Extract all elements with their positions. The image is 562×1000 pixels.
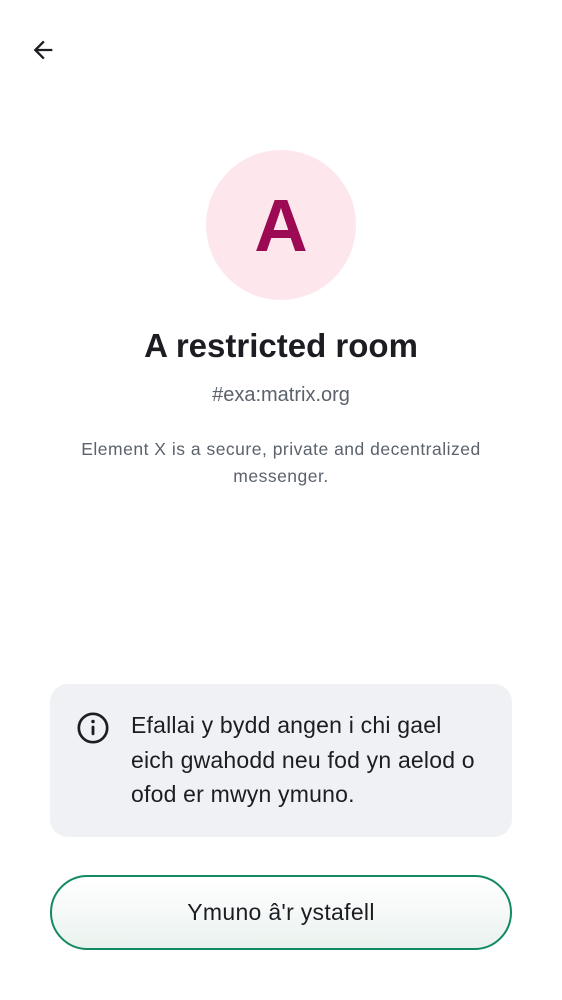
join-room-screen: A A restricted room #exa:matrix.org Elem… bbox=[0, 0, 562, 1000]
room-topic: Element X is a secure, private and decen… bbox=[81, 439, 481, 486]
room-name: A restricted room bbox=[144, 327, 418, 364]
info-icon bbox=[77, 712, 109, 744]
room-avatar: A bbox=[206, 150, 356, 300]
restricted-notice: Efallai y bydd angen i chi gael eich gwa… bbox=[50, 684, 512, 837]
join-room-label: Ymuno â'r ystafell bbox=[187, 899, 375, 925]
join-room-button[interactable]: Ymuno â'r ystafell bbox=[50, 875, 512, 950]
back-button[interactable] bbox=[20, 28, 66, 72]
room-alias: #exa:matrix.org bbox=[212, 384, 350, 406]
room-avatar-initial: A bbox=[254, 184, 308, 267]
restricted-notice-text: Efallai y bydd angen i chi gael eich gwa… bbox=[131, 712, 475, 807]
arrow-left-icon bbox=[33, 40, 53, 60]
